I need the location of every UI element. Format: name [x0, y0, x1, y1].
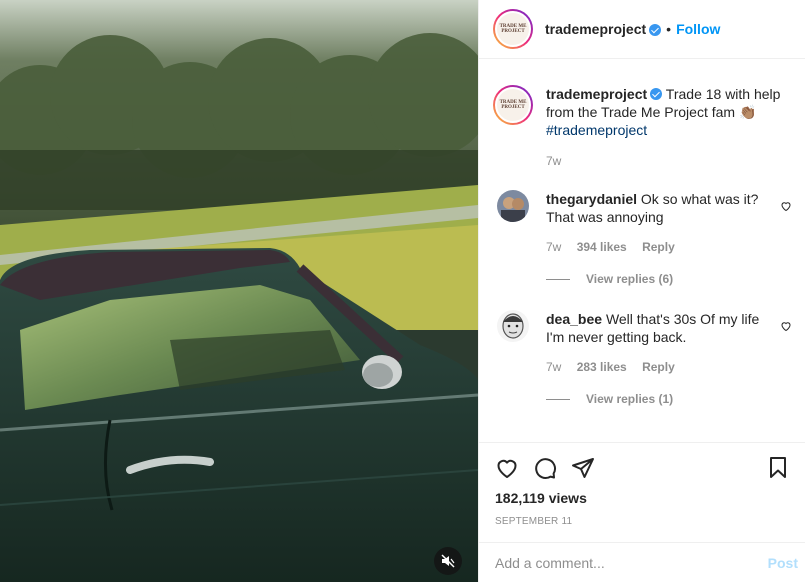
follow-button[interactable]: Follow — [676, 21, 720, 37]
replies-divider — [546, 278, 570, 280]
bookmark-icon[interactable] — [766, 456, 790, 480]
separator-dot: • — [666, 21, 672, 37]
post-caption: TRADE ME PROJECT trademeproject Trade 18… — [493, 60, 792, 170]
author-avatar[interactable]: TRADE ME PROJECT — [493, 9, 533, 49]
comment-body: dea_bee Well that's 30s Of my life I'm n… — [546, 310, 766, 376]
speaker-muted-icon — [441, 554, 455, 568]
view-replies-label: View replies (6) — [586, 272, 674, 286]
action-icons-row — [495, 455, 790, 481]
comment-likes[interactable]: 283 likes — [577, 360, 627, 374]
commenter-avatar[interactable] — [497, 310, 529, 342]
comments-section[interactable]: TRADE ME PROJECT trademeproject Trade 18… — [479, 60, 805, 442]
trademeproject-logo: TRADE ME PROJECT — [497, 13, 529, 45]
comment-heart-icon[interactable] — [780, 200, 792, 212]
view-count[interactable]: 182,119 views — [495, 490, 790, 506]
comment-body: thegarydaniel Ok so what was it? That wa… — [546, 190, 766, 256]
comment-meta: 7w 283 likes Reply — [546, 358, 766, 376]
mute-button[interactable] — [434, 547, 462, 575]
caption-author-avatar[interactable]: TRADE ME PROJECT — [493, 85, 533, 125]
post-sidebar: TRADE ME PROJECT trademeproject • Follow… — [478, 0, 805, 582]
hashtag-link[interactable]: #trademeproject — [546, 122, 647, 138]
post-actions: 182,119 views SEPTEMBER 11 — [479, 442, 805, 542]
comment-bubble-icon[interactable] — [533, 456, 557, 480]
comment-username[interactable]: thegarydaniel — [546, 191, 637, 207]
view-replies-button[interactable]: View replies (6) — [546, 272, 792, 286]
paper-plane-icon[interactable] — [571, 456, 595, 480]
caption-timestamp[interactable]: 7w — [546, 152, 792, 170]
post-header: TRADE ME PROJECT trademeproject • Follow — [479, 0, 805, 59]
verified-badge-icon — [649, 24, 662, 36]
comment-item: dea_bee Well that's 30s Of my life I'm n… — [493, 310, 792, 376]
verified-badge-icon — [650, 88, 663, 100]
post-video[interactable] — [0, 0, 478, 582]
caption-username[interactable]: trademeproject — [546, 86, 647, 102]
comment-username[interactable]: dea_bee — [546, 311, 602, 327]
comment-timestamp[interactable]: 7w — [546, 240, 561, 254]
comment-heart-icon[interactable] — [780, 320, 792, 332]
reply-button[interactable]: Reply — [642, 360, 675, 374]
comment-input[interactable] — [495, 554, 768, 571]
comment-timestamp[interactable]: 7w — [546, 360, 561, 374]
replies-divider — [546, 398, 570, 400]
view-replies-button[interactable]: View replies (1) — [546, 392, 792, 406]
comment-likes[interactable]: 394 likes — [577, 240, 627, 254]
trademeproject-logo: TRADE ME PROJECT — [497, 89, 529, 121]
post-date[interactable]: SEPTEMBER 11 — [495, 516, 790, 527]
commenter-avatar[interactable] — [497, 190, 529, 222]
heart-icon[interactable] — [495, 456, 519, 480]
comment-item: thegarydaniel Ok so what was it? That wa… — [493, 190, 792, 256]
author-username[interactable]: trademeproject — [545, 21, 646, 37]
reply-button[interactable]: Reply — [642, 240, 675, 254]
comment-composer: Post — [479, 542, 805, 582]
view-replies-label: View replies (1) — [586, 392, 674, 406]
caption-text-block: trademeproject Trade 18 with help from t… — [546, 85, 792, 170]
post-comment-button[interactable]: Post — [768, 555, 798, 571]
comment-meta: 7w 394 likes Reply — [546, 238, 766, 256]
clapping-emoji: 👏🏽 — [738, 104, 757, 120]
video-frame-image — [0, 0, 478, 582]
